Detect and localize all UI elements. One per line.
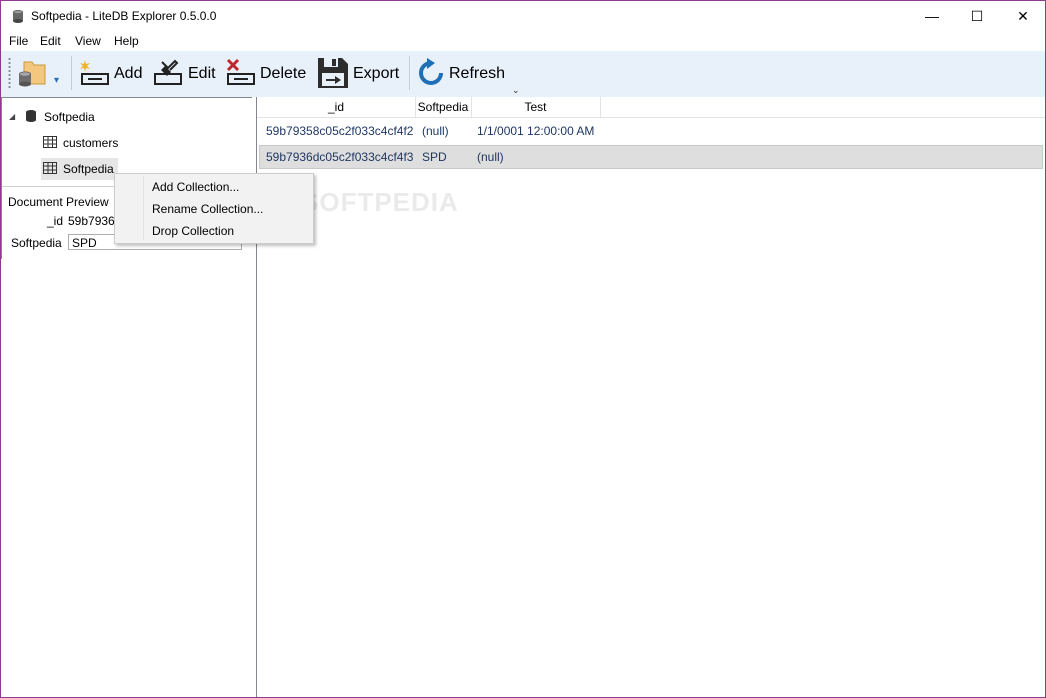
- table-icon: [43, 161, 57, 177]
- app-logo-icon: [10, 8, 26, 24]
- tree-item-database[interactable]: Softpedia: [24, 106, 95, 128]
- grid-header: _id Softpedia Test: [257, 97, 1045, 118]
- export-save-icon: [316, 56, 350, 93]
- edit-button[interactable]: Edit: [153, 55, 216, 93]
- tree-softpedia-label: Softpedia: [63, 162, 114, 176]
- maximize-button[interactable]: ☐: [954, 1, 1000, 32]
- refresh-icon: [416, 57, 446, 91]
- preview-id-label: _id: [47, 214, 64, 228]
- tree-customers-label: customers: [63, 136, 119, 150]
- menu-view[interactable]: View: [75, 34, 101, 48]
- export-label: Export: [353, 65, 400, 82]
- add-button[interactable]: Add: [79, 55, 142, 93]
- document-preview-title: Document Preview: [8, 195, 109, 209]
- export-button[interactable]: Export: [316, 55, 399, 93]
- menu-file[interactable]: File: [9, 34, 28, 48]
- edit-label: Edit: [188, 65, 216, 82]
- close-button[interactable]: ✕: [1000, 1, 1045, 32]
- menu-item-rename-collection[interactable]: Rename Collection...: [152, 202, 263, 216]
- refresh-button[interactable]: Refresh: [416, 55, 505, 93]
- preview-field-label: Softpedia: [11, 236, 62, 250]
- table-row[interactable]: 59b7936dc05c2f033c4cf4f3 SPD (null): [259, 145, 1043, 169]
- cell-softpedia: SPD: [422, 150, 447, 164]
- menu-item-add-collection[interactable]: Add Collection...: [152, 180, 239, 194]
- tree-item-customers[interactable]: customers: [43, 132, 118, 154]
- toolbar-separator: [71, 56, 72, 90]
- cell-id: 59b79358c05c2f033c4cf4f2: [266, 124, 414, 138]
- preview-id-value: 59b7936: [68, 214, 115, 228]
- cell-test: 1/1/0001 12:00:00 AM: [477, 124, 595, 138]
- refresh-label: Refresh: [449, 65, 506, 82]
- app-window: Softpedia - LiteDB Explorer 0.5.0.0 — ☐ …: [0, 0, 1046, 698]
- menu-item-drop-collection[interactable]: Drop Collection: [152, 224, 234, 238]
- minimize-button[interactable]: —: [909, 1, 955, 32]
- menu-icon-gutter: [143, 176, 144, 240]
- left-panel-empty-area: [1, 259, 252, 697]
- open-database-button[interactable]: [16, 55, 48, 93]
- menu-edit[interactable]: Edit: [40, 34, 61, 48]
- tree-item-softpedia[interactable]: Softpedia: [41, 158, 118, 180]
- add-document-icon: [79, 58, 111, 91]
- toolbar: ▾ Add Edit Delete Export Refresh ⌄: [1, 51, 1045, 98]
- database-icon: [24, 109, 38, 126]
- add-label: Add: [114, 65, 143, 82]
- column-header-id[interactable]: _id: [257, 97, 416, 117]
- toolbar-overflow-chevron-icon[interactable]: ⌄: [512, 85, 520, 96]
- window-title: Softpedia - LiteDB Explorer 0.5.0.0: [31, 9, 217, 23]
- menu-bar: File Edit View Help: [1, 32, 1045, 51]
- cell-softpedia: (null): [422, 124, 449, 138]
- database-folder-icon: [16, 58, 48, 91]
- delete-label: Delete: [260, 65, 307, 82]
- tree-database-label: Softpedia: [44, 110, 95, 124]
- table-icon: [43, 135, 57, 151]
- menu-help[interactable]: Help: [114, 34, 139, 48]
- watermark: SOFTPEDIA: [301, 187, 459, 217]
- cell-id: 59b7936dc05c2f033c4cf4f3: [266, 150, 414, 164]
- edit-document-icon: [153, 58, 185, 91]
- open-dropdown-arrow[interactable]: ▾: [54, 61, 59, 99]
- column-header-test[interactable]: Test: [471, 97, 601, 117]
- table-row[interactable]: 59b79358c05c2f033c4cf4f2 (null) 1/1/0001…: [259, 119, 1043, 143]
- delete-button[interactable]: Delete: [225, 55, 306, 93]
- cell-test: (null): [477, 150, 504, 164]
- delete-document-icon: [225, 58, 257, 91]
- toolbar-separator: [409, 56, 410, 90]
- tree-expand-icon[interactable]: ◢: [9, 112, 15, 121]
- collection-context-menu: Add Collection... Rename Collection... D…: [114, 173, 314, 244]
- toolbar-grip[interactable]: [8, 57, 11, 89]
- title-bar[interactable]: Softpedia - LiteDB Explorer 0.5.0.0 — ☐ …: [1, 1, 1045, 32]
- column-header-softpedia[interactable]: Softpedia: [415, 97, 472, 117]
